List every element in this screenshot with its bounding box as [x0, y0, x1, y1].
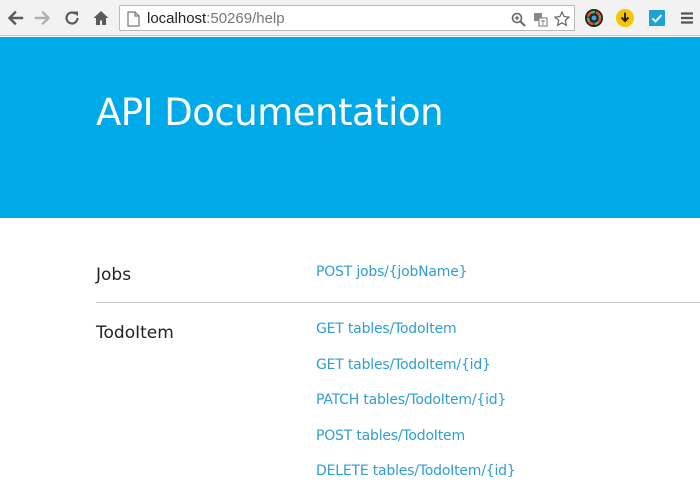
api-link-post-job[interactable]: POST jobs/{jobName} — [316, 264, 468, 280]
api-link-get-todoitems[interactable]: GET tables/TodoItem — [316, 321, 457, 337]
zoom-icon[interactable] — [510, 11, 526, 27]
color-wheel-extension-icon[interactable] — [584, 8, 604, 28]
address-bar[interactable]: localhost:50269/help — [119, 5, 575, 31]
browser-toolbar: localhost:50269/help — [0, 0, 700, 36]
hamburger-menu-icon[interactable] — [677, 8, 697, 28]
api-link-patch-todoitem[interactable]: PATCH tables/TodoItem/{id} — [316, 392, 506, 408]
home-icon[interactable] — [90, 7, 112, 29]
reload-icon[interactable] — [61, 7, 83, 29]
api-link-delete-todoitem[interactable]: DELETE tables/TodoItem/{id} — [316, 463, 516, 479]
url-text: localhost:50269/help — [147, 10, 285, 27]
download-extension-icon[interactable] — [615, 8, 635, 28]
section-title-todoitem: TodoItem — [96, 323, 174, 343]
header-banner: API Documentation — [0, 37, 700, 218]
page-title: API Documentation — [96, 91, 444, 134]
section-title-jobs: Jobs — [96, 265, 132, 285]
api-link-get-todoitem-by-id[interactable]: GET tables/TodoItem/{id} — [316, 357, 491, 373]
forward-arrow-icon[interactable] — [32, 7, 54, 29]
api-link-post-todoitem[interactable]: POST tables/TodoItem — [316, 428, 465, 444]
star-icon[interactable] — [554, 11, 570, 27]
checkbox-extension-icon[interactable] — [647, 8, 667, 28]
page-icon — [127, 11, 140, 32]
section-divider — [96, 302, 700, 303]
translate-icon[interactable] — [532, 11, 548, 27]
back-arrow-icon[interactable] — [4, 7, 26, 29]
